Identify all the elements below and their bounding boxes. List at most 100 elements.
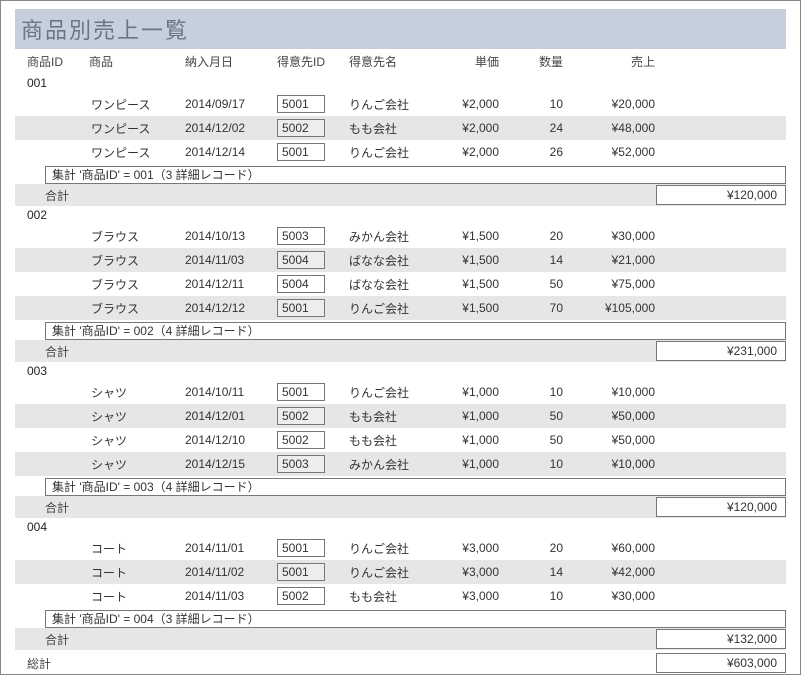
sales-amount: ¥52,000: [575, 145, 655, 159]
customer-id: 5004: [277, 251, 345, 269]
header-product: 商品: [89, 53, 181, 70]
product-name: シャツ: [89, 408, 181, 425]
subtotal-label: 合計: [15, 499, 115, 516]
product-name: ワンピース: [89, 144, 181, 161]
customer-id-field[interactable]: 5004: [277, 251, 325, 269]
data-row: コート2014/11/025001りんご会社¥3,00014¥42,000: [15, 560, 786, 584]
subtotal-label: 合計: [15, 631, 115, 648]
customer-id-field[interactable]: 5002: [277, 431, 325, 449]
sales-amount: ¥42,000: [575, 565, 655, 579]
data-row: ブラウス2014/10/135003みかん会社¥1,50020¥30,000: [15, 224, 786, 248]
group-id: 001: [15, 74, 786, 92]
sales-amount: ¥30,000: [575, 229, 655, 243]
groups-container: 001 ワンピース 2014/09/17 5001 りんご会社 ¥2,000 10 ¥20,0…: [15, 74, 786, 650]
customer-id: 5001: [277, 563, 345, 581]
delivery-date: 2014/12/14: [185, 145, 273, 159]
subtotal-value: ¥120,000: [656, 185, 786, 205]
customer-name: もも会社: [349, 408, 433, 425]
grand-total-row: 総計 ¥603,000: [15, 652, 786, 674]
customer-id-field[interactable]: 5004: [277, 275, 325, 293]
customer-id: 5002: [277, 587, 345, 605]
customer-id-field[interactable]: 5001: [277, 539, 325, 557]
customer-id-field[interactable]: 5001: [277, 143, 325, 161]
grand-total-label: 総計: [15, 655, 115, 672]
customer-id: 5001: [277, 383, 345, 401]
quantity: 10: [511, 457, 571, 471]
subtotal-label: 合計: [15, 343, 115, 360]
quantity: 50: [511, 409, 571, 423]
customer-id-field[interactable]: 5002: [277, 119, 325, 137]
unit-price: ¥2,000: [437, 121, 507, 135]
group-id: 004: [15, 518, 786, 536]
customer-name: りんご会社: [349, 144, 433, 161]
delivery-date: 2014/09/17: [185, 97, 273, 111]
product-name: コート: [89, 564, 181, 581]
customer-id-field[interactable]: 5002: [277, 587, 325, 605]
header-unit-price: 単価: [437, 53, 507, 70]
customer-id-field[interactable]: 5003: [277, 455, 325, 473]
customer-id: 5001: [277, 539, 345, 557]
unit-price: ¥1,500: [437, 301, 507, 315]
customer-id-field[interactable]: 5001: [277, 95, 325, 113]
header-quantity: 数量: [511, 53, 571, 70]
product-name: ブラウス: [89, 300, 181, 317]
data-row: ブラウス2014/12/125001りんご会社¥1,50070¥105,000: [15, 296, 786, 320]
subtotal-row: 合計¥132,000: [15, 628, 786, 650]
customer-id: 5003: [277, 227, 345, 245]
unit-price: ¥1,000: [437, 433, 507, 447]
customer-id-field[interactable]: 5001: [277, 299, 325, 317]
quantity: 20: [511, 541, 571, 555]
group-summary-box: 集計 '商品ID' = 003（4 詳細レコード）: [45, 478, 786, 496]
subtotal-value: ¥231,000: [656, 341, 786, 361]
quantity: 10: [511, 97, 571, 111]
quantity: 50: [511, 433, 571, 447]
customer-id: 5002: [277, 431, 345, 449]
data-row: ワンピース2014/12/025002もも会社¥2,00024¥48,000: [15, 116, 786, 140]
quantity: 50: [511, 277, 571, 291]
product-name: ブラウス: [89, 276, 181, 293]
subtotal-row: 合計 ¥231,000: [15, 340, 786, 362]
subtotal-row: 合計¥120,000: [15, 496, 786, 518]
sales-amount: ¥30,000: [575, 589, 655, 603]
customer-id-field[interactable]: 5001: [277, 563, 325, 581]
delivery-date: 2014/11/01: [185, 541, 273, 555]
unit-price: ¥2,000: [437, 97, 507, 111]
product-name: ワンピース: [89, 96, 181, 113]
customer-name: りんご会社: [349, 96, 433, 113]
delivery-date: 2014/12/15: [185, 457, 273, 471]
unit-price: ¥1,000: [437, 457, 507, 471]
group-id: 003: [15, 362, 786, 380]
customer-id: 5002: [277, 407, 345, 425]
sales-amount: ¥21,000: [575, 253, 655, 267]
group-summary-box: 集計 '商品ID' = 004（3 詳細レコード）: [45, 610, 786, 628]
data-row: ブラウス2014/11/035004ばなな会社¥1,50014¥21,000: [15, 248, 786, 272]
delivery-date: 2014/12/11: [185, 277, 273, 291]
customer-id-field[interactable]: 5002: [277, 407, 325, 425]
customer-name: もも会社: [349, 120, 433, 137]
unit-price: ¥3,000: [437, 565, 507, 579]
product-name: ブラウス: [89, 252, 181, 269]
delivery-date: 2014/11/02: [185, 565, 273, 579]
customer-id-field[interactable]: 5001: [277, 383, 325, 401]
header-customer-id: 得意先ID: [277, 53, 345, 70]
data-row: ワンピース2014/12/145001りんご会社¥2,00026¥52,000: [15, 140, 786, 164]
customer-id: 5001: [277, 299, 345, 317]
delivery-date: 2014/10/11: [185, 385, 273, 399]
quantity: 14: [511, 253, 571, 267]
quantity: 10: [511, 385, 571, 399]
sales-amount: ¥48,000: [575, 121, 655, 135]
subtotal-label: 合計: [15, 187, 115, 204]
product-name: シャツ: [89, 456, 181, 473]
header-sales: 売上: [575, 53, 655, 70]
data-row: ブラウス2014/12/115004ばなな会社¥1,50050¥75,000: [15, 272, 786, 296]
data-row: シャツ2014/10/115001りんご会社¥1,00010¥10,000: [15, 380, 786, 404]
unit-price: ¥1,500: [437, 229, 507, 243]
customer-name: みかん会社: [349, 456, 433, 473]
sales-amount: ¥20,000: [575, 97, 655, 111]
quantity: 14: [511, 565, 571, 579]
delivery-date: 2014/12/01: [185, 409, 273, 423]
data-row: コート2014/11/015001りんご会社¥3,00020¥60,000: [15, 536, 786, 560]
customer-id-field[interactable]: 5003: [277, 227, 325, 245]
product-name: シャツ: [89, 432, 181, 449]
customer-id: 5004: [277, 275, 345, 293]
